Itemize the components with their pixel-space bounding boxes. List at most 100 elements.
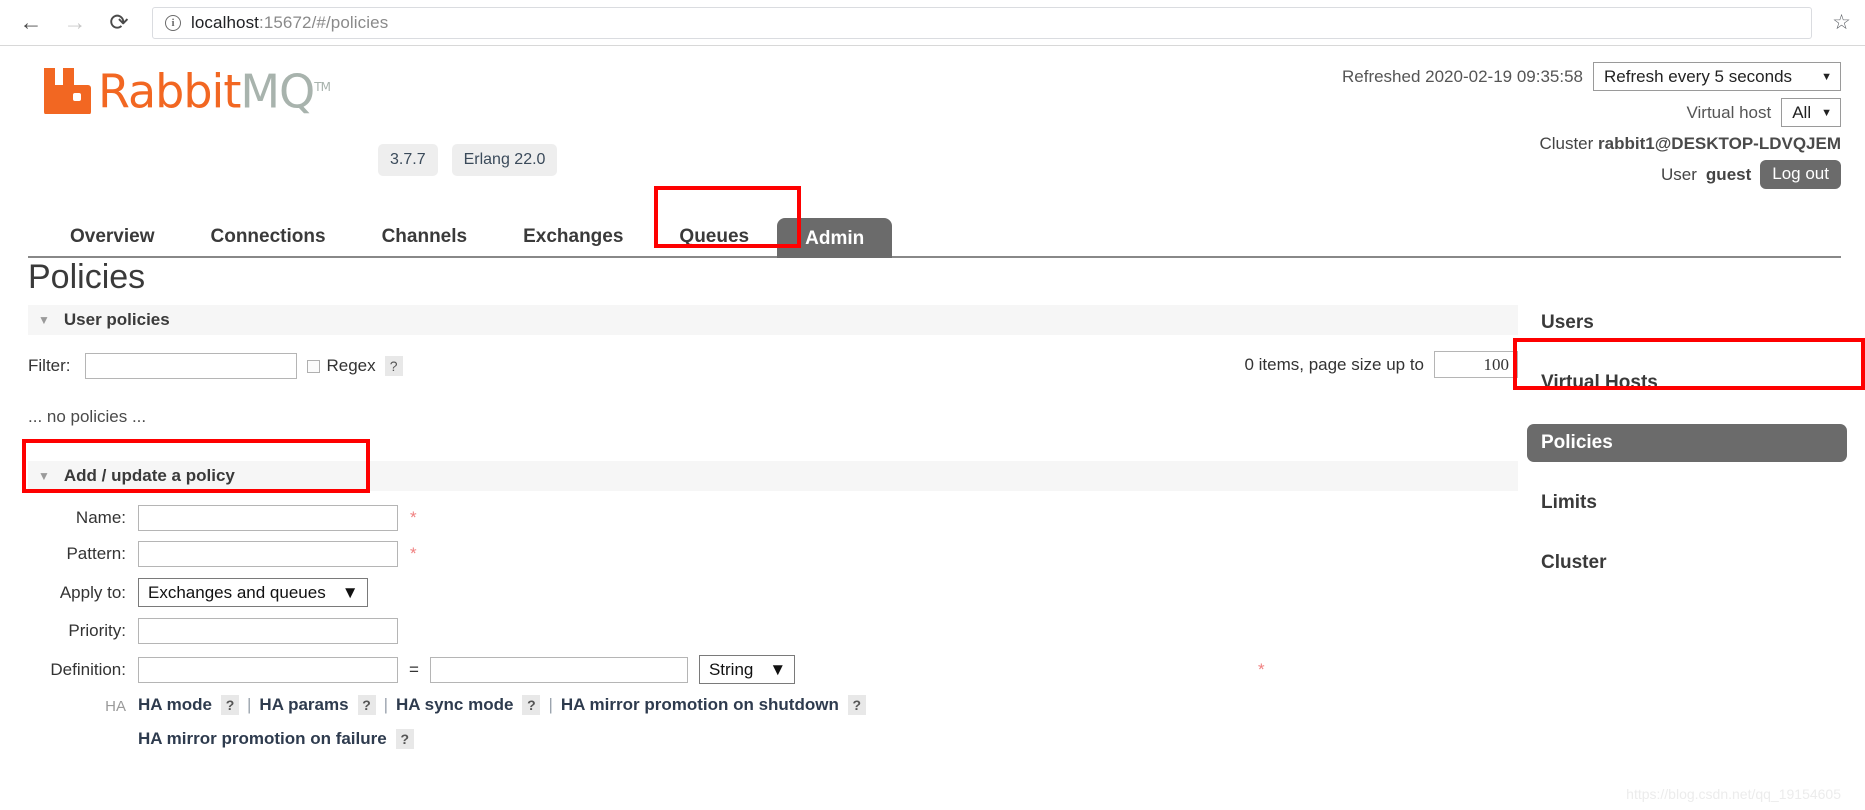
chevron-down-icon: ▼ bbox=[341, 582, 359, 602]
definition-required-marker: * bbox=[1258, 659, 1265, 679]
sidebar-item-policies[interactable]: Policies bbox=[1527, 424, 1847, 462]
pattern-required-marker: * bbox=[410, 544, 417, 563]
tab-channels[interactable]: Channels bbox=[354, 226, 496, 256]
items-count-label: 0 items, page size up to bbox=[1244, 354, 1424, 374]
pagination-controls: 0 items, page size up to 100 bbox=[1244, 351, 1518, 378]
back-icon[interactable]: ← bbox=[14, 6, 48, 40]
apply-to-label: Apply to: bbox=[59, 582, 126, 602]
definition-type-select[interactable]: String ▼ bbox=[698, 655, 796, 684]
tab-queues[interactable]: Queues bbox=[651, 226, 777, 256]
rabbitmq-logo[interactable]: RabbitMQTM bbox=[42, 64, 331, 115]
add-policy-section-header[interactable]: ▼ Add / update a policy bbox=[28, 461, 1518, 491]
sidebar-item-limits[interactable]: Limits bbox=[1527, 484, 1847, 522]
rabbitmq-logo-icon bbox=[44, 68, 91, 115]
user-policies-section-header[interactable]: ▼ User policies bbox=[28, 305, 1518, 335]
ha-params-preset[interactable]: HA params ? bbox=[259, 695, 376, 715]
apply-to-value: Exchanges and queues bbox=[148, 582, 326, 602]
filter-input[interactable] bbox=[84, 353, 297, 379]
header-right-panel: Refreshed 2020-02-19 09:35:58 Refresh ev… bbox=[1342, 62, 1841, 189]
collapse-triangle-icon: ▼ bbox=[38, 313, 50, 327]
browser-toolbar: ← → ⟳ i localhost:15672/#/policies ☆ bbox=[0, 0, 1865, 46]
admin-sidebar: Users Virtual Hosts Policies Limits Clus… bbox=[1527, 304, 1847, 604]
url-path: :15672/#/policies bbox=[259, 12, 389, 32]
regex-checkbox[interactable] bbox=[306, 359, 320, 373]
version-badges: 3.7.7 Erlang 22.0 bbox=[378, 144, 558, 176]
ha-mirror-promotion-shutdown-help-icon[interactable]: ? bbox=[847, 695, 866, 715]
virtual-host-value: All bbox=[1792, 102, 1812, 122]
vhost-row: Virtual host All ▼ bbox=[1342, 98, 1841, 127]
rabbitmq-version-badge: 3.7.7 bbox=[378, 144, 438, 176]
virtual-host-select[interactable]: All ▼ bbox=[1781, 98, 1841, 127]
name-label: Name: bbox=[75, 508, 126, 527]
cluster-name: rabbit1@DESKTOP-LDVQJEM bbox=[1598, 134, 1841, 153]
logo-wordmark: RabbitMQTM bbox=[98, 64, 331, 114]
ha-preset-row-2: HA mirror promotion on failure ? bbox=[138, 729, 866, 749]
priority-label: Priority: bbox=[68, 621, 126, 640]
priority-input[interactable] bbox=[138, 618, 398, 644]
chevron-down-icon: ▼ bbox=[1821, 70, 1832, 83]
separator: | bbox=[383, 695, 388, 714]
refresh-row: Refreshed 2020-02-19 09:35:58 Refresh ev… bbox=[1342, 62, 1841, 91]
ha-sync-mode-help-icon[interactable]: ? bbox=[522, 695, 541, 715]
user-name: guest bbox=[1705, 164, 1752, 184]
sidebar-item-users[interactable]: Users bbox=[1527, 304, 1847, 342]
url-text: localhost:15672/#/policies bbox=[191, 13, 388, 33]
tab-connections[interactable]: Connections bbox=[183, 226, 354, 256]
tab-exchanges[interactable]: Exchanges bbox=[495, 226, 651, 256]
rabbitmq-management-page: RabbitMQTM 3.7.7 Erlang 22.0 Refreshed 2… bbox=[0, 46, 1865, 810]
cluster-label: Cluster bbox=[1539, 134, 1594, 153]
address-bar[interactable]: i localhost:15672/#/policies bbox=[152, 6, 1813, 39]
no-policies-message: ... no policies ... bbox=[28, 407, 147, 426]
erlang-version-badge: Erlang 22.0 bbox=[451, 144, 558, 176]
ha-params-label: HA params bbox=[259, 695, 349, 714]
ha-mirror-promotion-failure-help-icon[interactable]: ? bbox=[395, 729, 414, 749]
definition-value-input[interactable] bbox=[429, 656, 688, 683]
bookmark-star-icon[interactable]: ☆ bbox=[1822, 10, 1851, 35]
refresh-interval-value: Refresh every 5 seconds bbox=[1604, 66, 1793, 86]
pattern-input[interactable] bbox=[138, 541, 398, 567]
ha-sync-mode-preset[interactable]: HA sync mode ? bbox=[396, 695, 541, 715]
add-policy-label: Add / update a policy bbox=[63, 466, 235, 485]
ha-preset-links: HA mode ? | HA params ? | HA sync mode ?… bbox=[138, 695, 866, 763]
main-content: Policies ▼ User policies Filter: Regex ?… bbox=[28, 258, 1518, 763]
regex-label: Regex bbox=[326, 356, 376, 375]
reload-icon[interactable]: ⟳ bbox=[102, 6, 136, 40]
filter-row: Filter: Regex ? 0 items, page size up to… bbox=[28, 351, 1518, 381]
logout-button[interactable]: Log out bbox=[1760, 160, 1841, 189]
user-label: User bbox=[1661, 164, 1697, 184]
regex-help-icon[interactable]: ? bbox=[384, 356, 403, 376]
ha-mode-help-icon[interactable]: ? bbox=[221, 695, 239, 715]
ha-mirror-promotion-failure-label: HA mirror promotion on failure bbox=[138, 729, 387, 748]
ha-mirror-promotion-shutdown-label: HA mirror promotion on shutdown bbox=[560, 695, 839, 714]
sidebar-item-virtual-hosts[interactable]: Virtual Hosts bbox=[1527, 364, 1847, 402]
page-size-input[interactable]: 100 bbox=[1434, 351, 1518, 378]
form-row-definition: Definition: = String ▼ * bbox=[28, 654, 1518, 685]
virtual-host-label: Virtual host bbox=[1686, 102, 1772, 122]
form-row-name: Name: * bbox=[28, 505, 1518, 531]
add-update-policy-section: ▼ Add / update a policy Name: * Pattern:… bbox=[28, 461, 1518, 763]
definition-key-input[interactable] bbox=[138, 656, 398, 683]
tab-admin[interactable]: Admin bbox=[777, 218, 893, 258]
form-row-priority: Priority: bbox=[28, 618, 1518, 644]
ha-mirror-promotion-shutdown-preset[interactable]: HA mirror promotion on shutdown ? bbox=[561, 695, 866, 715]
apply-to-select[interactable]: Exchanges and queues ▼ bbox=[138, 578, 368, 607]
tab-overview[interactable]: Overview bbox=[42, 226, 183, 256]
form-row-pattern: Pattern: * bbox=[28, 541, 1518, 567]
site-info-icon[interactable]: i bbox=[165, 14, 181, 31]
refresh-interval-select[interactable]: Refresh every 5 seconds ▼ bbox=[1593, 62, 1841, 91]
definition-equals-sign: = bbox=[409, 659, 419, 679]
watermark-text: https://blog.csdn.net/qq_19154605 bbox=[1626, 786, 1841, 802]
ha-params-help-icon[interactable]: ? bbox=[357, 695, 376, 715]
ha-mode-preset[interactable]: HA mode ? bbox=[138, 695, 239, 715]
sidebar-item-cluster[interactable]: Cluster bbox=[1527, 544, 1847, 582]
app-header: RabbitMQTM 3.7.7 Erlang 22.0 Refreshed 2… bbox=[0, 46, 1865, 189]
ha-preset-row-1: HA mode ? | HA params ? | HA sync mode ?… bbox=[138, 695, 866, 715]
ha-group-label: HA bbox=[105, 698, 126, 715]
definition-type-value: String bbox=[708, 659, 754, 679]
ha-mirror-promotion-failure-preset[interactable]: HA mirror promotion on failure ? bbox=[138, 729, 414, 749]
name-required-marker: * bbox=[410, 508, 417, 527]
name-input[interactable] bbox=[138, 505, 398, 531]
policy-form: Name: * Pattern: * Apply to: Exchanges a… bbox=[28, 505, 1518, 763]
definition-label: Definition: bbox=[50, 659, 126, 679]
collapse-triangle-icon: ▼ bbox=[38, 469, 50, 483]
